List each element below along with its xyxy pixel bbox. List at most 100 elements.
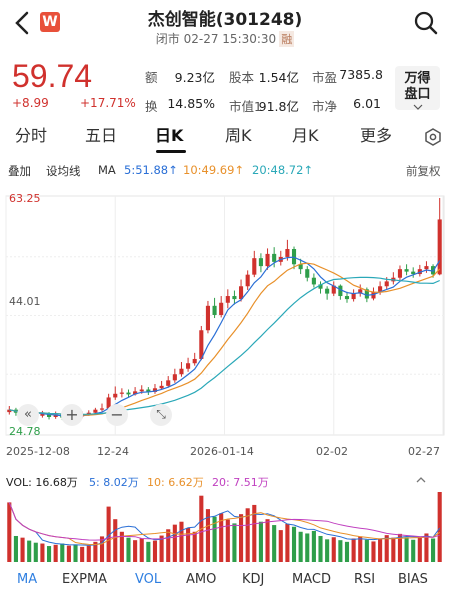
volume-bar [73,544,78,562]
pe-label: 市盈 [312,70,338,85]
volume-bar [404,537,409,562]
kline-chart[interactable]: 63.25 44.01 24.78 2025-12-08 12-24 2026-… [0,188,450,473]
turnover-label: 额 [145,70,158,85]
candle [285,249,290,257]
volume-bar [358,536,363,562]
market-cap-value: 91.8亿 [258,99,299,114]
candle [245,274,250,287]
candle [172,374,177,381]
candle [384,281,389,287]
ma-label: MA [98,163,116,177]
volume-bar [27,540,32,562]
volume-bar [371,541,376,562]
volume-bar [133,540,138,562]
candle [99,408,105,410]
volume-bar [265,519,270,562]
tab-more[interactable]: 更多 [360,122,392,146]
turnover-value: 9.23亿 [174,70,215,85]
candle [437,219,442,275]
set-ma-button[interactable]: 设均线 [46,163,81,179]
volume-bar [53,544,58,562]
x-label-start: 2025-12-08 [6,445,70,458]
zoom-in-button[interactable]: + [61,404,83,426]
scroll-left-button[interactable]: « [17,404,39,426]
vol-ma20: 20: 7.51万 [212,476,269,489]
volume-bar [285,523,290,562]
indicator-toolbar: 叠加 设均线 MA 5:51.88↑ 10:49.69↑ 20:48.72↑ 前… [0,161,450,181]
volume-bar [7,502,12,562]
volume-bar [291,526,297,562]
turnover-rate-value: 14.85% [167,96,215,111]
ma20-value: 20:48.72↑ [252,163,314,177]
x-label-2: 12-24 [97,445,129,458]
tab-intraday[interactable]: 分时 [15,122,47,146]
y-mid-label: 44.01 [9,295,41,308]
price-adjust-button[interactable]: 前复权 [406,163,441,179]
indicator-expma[interactable]: EXPMA [62,572,107,587]
x-label-end: 02-27 [408,445,440,458]
candle [424,266,429,270]
volume-panel[interactable]: VOL: 16.68万 5: 8.02万 10: 6.62万 20: 7.51万 [0,472,450,564]
volume-bar [13,535,18,562]
market-status: 闭市 02-27 15:30:30 融 [0,30,450,47]
tab-weekly-k[interactable]: 周K [225,122,252,146]
candle [232,296,237,300]
tab-five-day[interactable]: 五日 [85,122,117,146]
volume-bar [179,521,184,562]
candle [139,389,144,392]
candle [126,392,131,395]
fullscreen-button[interactable]: ⤡ [150,404,172,426]
volume-bar [344,541,350,562]
volume-bar [298,531,303,562]
volume-bar [305,533,310,562]
volume-bar [192,531,197,562]
page-title: 杰创智能(301248) [147,10,303,30]
candle [192,358,197,364]
pb-value: 6.01 [353,96,381,111]
search-button[interactable] [413,10,439,36]
volume-bar [364,539,369,562]
indicator-vol[interactable]: VOL [135,572,161,587]
vol-ma10: 10: 6.62万 [147,476,204,489]
candle [305,269,310,278]
indicator-amo[interactable]: AMO [186,572,216,587]
volume-bar [80,546,85,562]
zoom-out-button[interactable]: − [106,404,128,426]
share-capital-value: 1.54亿 [258,70,299,85]
candle [344,296,350,300]
tab-monthly-k[interactable]: 月K [292,122,319,146]
candle [351,293,356,300]
active-tab-indicator [156,150,186,153]
indicator-kdj[interactable]: KDJ [242,572,264,587]
candle [186,363,191,369]
volume-bar [351,538,356,562]
volume-bar [33,542,38,562]
price-change-pct: +17.71% [80,96,136,110]
candle [252,258,257,275]
candle [397,269,403,278]
x-label-3: 2026-01-14 [190,445,254,458]
tab-daily-k[interactable]: 日K [155,122,183,146]
candle [265,253,270,267]
vol-label: VOL: 16.68万 [6,476,78,489]
volume-svg [7,492,442,562]
volume-bar [411,539,416,562]
volume-bar [272,525,277,562]
overlay-button[interactable]: 叠加 [8,163,31,179]
collapse-icon[interactable] [416,476,426,484]
wande-orderbook-button[interactable]: 万得 盘口 [395,66,440,110]
volume-bar [378,538,383,562]
volume-bar [278,530,283,562]
header: W 杰创智能(301248) 闭市 02-27 15:30:30 融 [0,0,450,56]
indicator-macd[interactable]: MACD [292,572,331,587]
indicator-rsi[interactable]: RSI [354,572,375,587]
indicator-ma[interactable]: MA [17,572,37,587]
last-price: 59.74 [12,58,93,94]
candle [272,253,277,262]
candle [113,393,118,398]
indicator-bias[interactable]: BIAS [398,572,428,587]
volume-bar [152,540,158,562]
ma5-value: 5:51.88↑ [124,163,178,177]
settings-icon[interactable] [424,128,442,146]
y-high-label: 63.25 [9,192,41,205]
